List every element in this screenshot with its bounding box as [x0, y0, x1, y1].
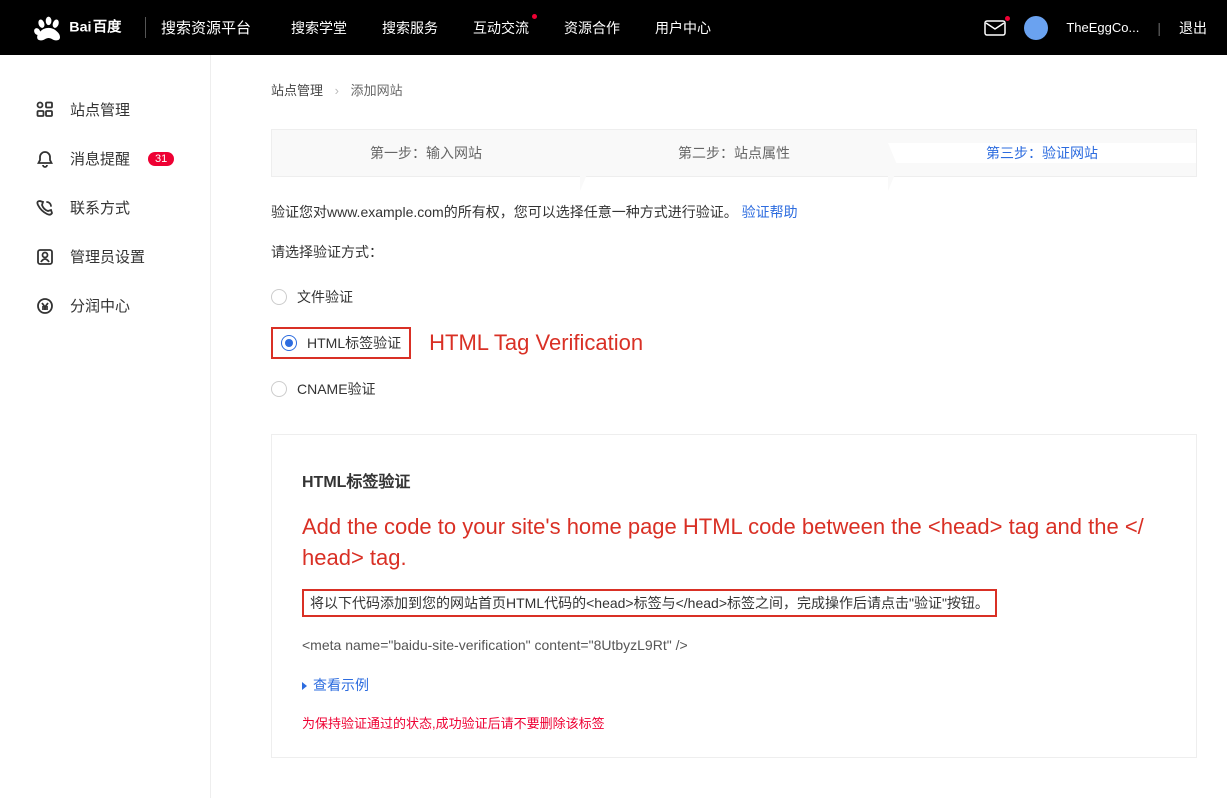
coin-icon — [35, 296, 55, 316]
panel-title: HTML标签验证 — [302, 460, 410, 492]
sidebar-item-admin[interactable]: 管理员设置 — [35, 232, 210, 281]
annotation-highlight-box: HTML标签验证 — [271, 327, 411, 359]
header-right: TheEggCo... | 退出 — [984, 16, 1207, 40]
header-divider: | — [1157, 20, 1161, 36]
sidebar-item-sites[interactable]: 站点管理 — [35, 85, 210, 134]
nav-item-user-center[interactable]: 用户中心 — [655, 18, 711, 38]
verify-method-radios: 文件验证 HTML标签验证 HTML Tag Verification CNAM… — [271, 277, 1197, 409]
triangle-right-icon — [302, 682, 307, 690]
username-label[interactable]: TheEggCo... — [1066, 20, 1139, 35]
step-1: 第一步：输入网站 — [272, 143, 580, 163]
breadcrumb-current: 添加网站 — [351, 83, 403, 98]
instruction-text: 验证您对www.example.com的所有权，您可以选择任意一种方式进行验证。 — [271, 204, 738, 220]
phone-icon — [35, 198, 55, 218]
verify-instruction: 验证您对www.example.com的所有权，您可以选择任意一种方式进行验证。… — [271, 202, 1197, 222]
radio-label: CNAME验证 — [297, 379, 376, 399]
example-link-label: 查看示例 — [313, 677, 369, 693]
radio-icon — [271, 289, 287, 305]
sidebar-item-label: 站点管理 — [70, 99, 130, 120]
bell-icon — [35, 149, 55, 169]
nav-item-partnership[interactable]: 资源合作 — [564, 18, 620, 38]
step-indicator: 第一步：输入网站 第二步：站点属性 第三步：验证网站 — [271, 129, 1197, 177]
step-3: 第三步：验证网站 — [888, 143, 1196, 163]
annotation-text: HTML Tag Verification — [429, 330, 643, 356]
main-nav: 搜索学堂 搜索服务 互动交流 资源合作 用户中心 — [291, 18, 711, 38]
top-header: Bai 百度 搜索资源平台 搜索学堂 搜索服务 互动交流 资源合作 用户中心 T… — [0, 0, 1227, 55]
radio-icon — [271, 381, 287, 397]
logo-area[interactable]: Bai 百度 搜索资源平台 — [30, 12, 251, 44]
chevron-right-icon: › — [335, 83, 339, 98]
panel-annotation: Add the code to your site's home page HT… — [302, 512, 1166, 574]
radio-icon — [281, 335, 297, 351]
platform-label: 搜索资源平台 — [145, 17, 251, 38]
warning-text: 为保持验证通过的状态,成功验证后请不要删除该标签 — [302, 713, 1166, 732]
logout-link[interactable]: 退出 — [1179, 18, 1207, 38]
baidu-logo: Bai 百度 — [30, 12, 130, 44]
breadcrumb: 站点管理 › 添加网站 — [271, 80, 1197, 99]
breadcrumb-parent[interactable]: 站点管理 — [271, 83, 323, 98]
admin-icon — [35, 247, 55, 267]
sidebar: 站点管理 消息提醒 31 联系方式 管理员设置 分润中心 — [0, 55, 210, 798]
grid-icon — [35, 100, 55, 120]
panel-instruction-highlight: 将以下代码添加到您的网站首页HTML代码的<head>标签与</head>标签之… — [302, 589, 997, 617]
step-2: 第二步：站点属性 — [580, 143, 888, 163]
mail-icon[interactable] — [984, 20, 1006, 36]
radio-label: 文件验证 — [297, 287, 353, 307]
nav-item-community[interactable]: 互动交流 — [473, 18, 529, 38]
sidebar-item-label: 消息提醒 — [70, 148, 130, 169]
radio-html-verify[interactable]: HTML标签验证 HTML Tag Verification — [271, 317, 1197, 369]
meta-tag-code: <meta name="baidu-site-verification" con… — [302, 637, 1166, 653]
radio-file-verify[interactable]: 文件验证 — [271, 277, 1197, 317]
sidebar-item-messages[interactable]: 消息提醒 31 — [35, 134, 210, 183]
nav-item-service[interactable]: 搜索服务 — [382, 18, 438, 38]
radio-label: HTML标签验证 — [307, 333, 401, 353]
choose-method-label: 请选择验证方式： — [271, 242, 1197, 262]
sidebar-item-label: 分润中心 — [70, 295, 130, 316]
main-content: 站点管理 › 添加网站 第一步：输入网站 第二步：站点属性 第三步：验证网站 验… — [210, 55, 1227, 798]
sidebar-item-label: 管理员设置 — [70, 246, 145, 267]
sidebar-item-label: 联系方式 — [70, 197, 130, 218]
avatar[interactable] — [1024, 16, 1048, 40]
radio-cname-verify[interactable]: CNAME验证 — [271, 369, 1197, 409]
view-example-link[interactable]: 查看示例 — [302, 677, 369, 693]
message-badge: 31 — [148, 152, 174, 166]
sidebar-item-contact[interactable]: 联系方式 — [35, 183, 210, 232]
html-verify-panel: HTML标签验证 Add the code to your site's hom… — [271, 434, 1197, 758]
help-link[interactable]: 验证帮助 — [742, 204, 798, 220]
sidebar-item-revenue[interactable]: 分润中心 — [35, 281, 210, 330]
svg-text:Bai: Bai — [69, 19, 91, 35]
nav-item-academy[interactable]: 搜索学堂 — [291, 18, 347, 38]
svg-text:百度: 百度 — [93, 17, 122, 35]
